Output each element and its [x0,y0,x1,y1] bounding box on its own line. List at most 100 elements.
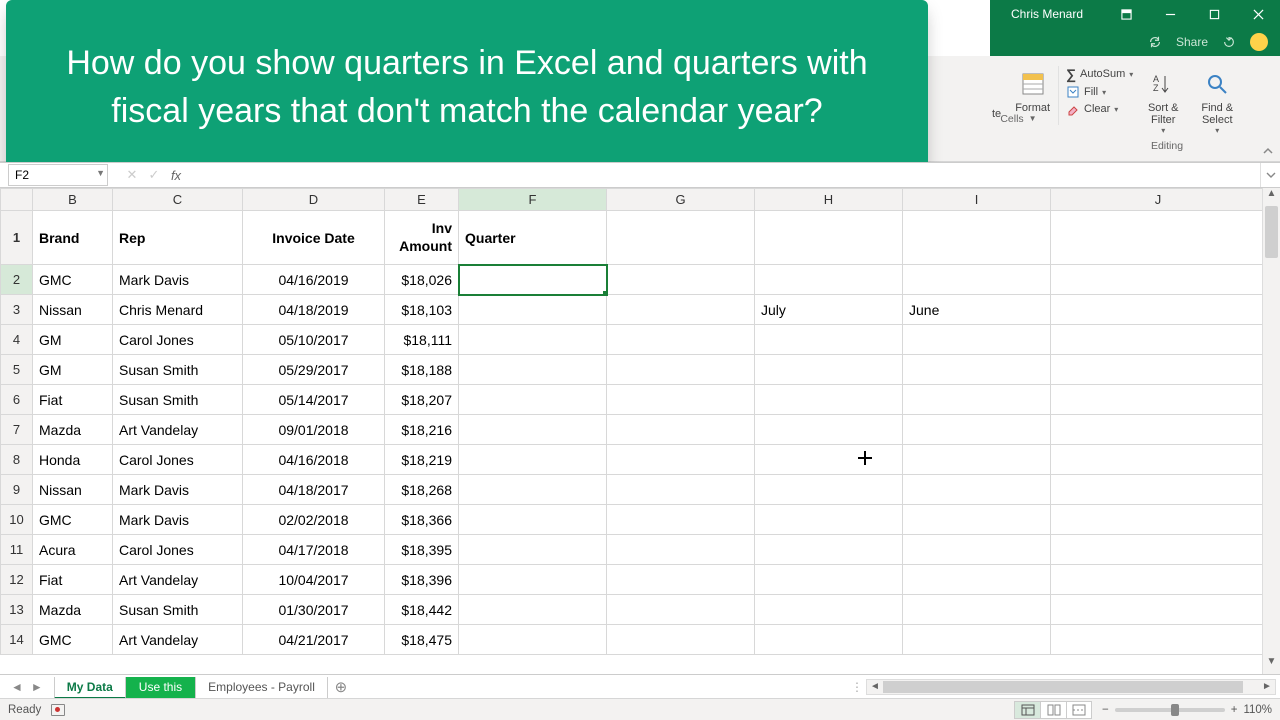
cell[interactable] [459,535,607,565]
new-sheet-button[interactable]: ⊕ [328,678,354,696]
cell[interactable] [755,565,903,595]
cell[interactable] [755,475,903,505]
cell[interactable]: Art Vandelay [113,415,243,445]
zoom-controls[interactable]: − + 110% [1102,704,1272,716]
tab-split-handle[interactable]: ⋮ [848,680,866,694]
cell[interactable] [607,565,755,595]
cell[interactable] [755,325,903,355]
cell[interactable] [903,265,1051,295]
sort-filter-icon[interactable]: AZ [1147,68,1179,100]
sheet-tab-mydata[interactable]: My Data [54,677,126,699]
cell[interactable]: Art Vandelay [113,565,243,595]
cell[interactable] [903,505,1051,535]
cell[interactable]: Susan Smith [113,595,243,625]
cell[interactable] [459,265,607,295]
accept-formula-button[interactable]: ✓ [144,167,164,183]
cell[interactable] [755,505,903,535]
undo-history-icon[interactable] [1222,35,1236,49]
zoom-out-button[interactable]: − [1102,704,1109,716]
account-name[interactable]: Chris Menard [990,7,1104,21]
col-header-D[interactable]: D [243,189,385,211]
cell[interactable] [755,445,903,475]
cell[interactable]: $18,396 [385,565,459,595]
cell[interactable]: Mark Davis [113,475,243,505]
row-header[interactable]: 6 [1,385,33,415]
cell[interactable]: $18,395 [385,535,459,565]
cell[interactable] [1051,445,1263,475]
cell[interactable] [459,415,607,445]
cell[interactable]: $18,103 [385,295,459,325]
cell[interactable] [607,385,755,415]
cell[interactable]: Mark Davis [113,505,243,535]
close-button[interactable] [1236,0,1280,28]
cell[interactable]: GMC [33,505,113,535]
cell[interactable]: GMC [33,265,113,295]
cell[interactable] [903,625,1051,655]
maximize-button[interactable] [1192,0,1236,28]
row-header[interactable]: 10 [1,505,33,535]
cell[interactable]: 10/04/2017 [243,565,385,595]
row-header[interactable]: 3 [1,295,33,325]
cell[interactable]: $18,207 [385,385,459,415]
row-header[interactable]: 13 [1,595,33,625]
view-switcher[interactable] [1014,701,1092,719]
cell[interactable] [607,475,755,505]
cell[interactable] [755,415,903,445]
expand-formula-bar[interactable] [1260,163,1280,187]
zoom-slider[interactable] [1115,708,1225,712]
normal-view-button[interactable] [1014,701,1040,719]
cell[interactable]: June [903,295,1051,325]
cell[interactable] [607,535,755,565]
cell[interactable] [1051,355,1263,385]
header-brand[interactable]: Brand [33,211,113,265]
cell[interactable] [1051,505,1263,535]
cell[interactable]: 04/16/2019 [243,265,385,295]
cell[interactable] [459,625,607,655]
cell[interactable]: Art Vandelay [113,625,243,655]
cell[interactable] [607,505,755,535]
cell[interactable] [903,475,1051,505]
row-header[interactable]: 1 [1,211,33,265]
cell[interactable]: Nissan [33,295,113,325]
row-header[interactable]: 5 [1,355,33,385]
cell[interactable] [459,475,607,505]
cell[interactable] [1051,325,1263,355]
header-invoice-date[interactable]: Invoice Date [243,211,385,265]
cell[interactable] [1051,295,1263,325]
cell[interactable] [755,355,903,385]
cell[interactable] [903,595,1051,625]
cell[interactable]: 05/14/2017 [243,385,385,415]
cell[interactable] [1051,265,1263,295]
ribbon-display-options[interactable] [1104,0,1148,28]
collapse-ribbon-button[interactable] [1262,145,1276,159]
sort-filter-button[interactable]: Sort & Filter [1148,102,1179,126]
cell[interactable]: Susan Smith [113,355,243,385]
insert-function-button[interactable]: fx [166,168,186,183]
header-quarter[interactable]: Quarter [459,211,607,265]
cell[interactable] [607,415,755,445]
cell[interactable]: 05/10/2017 [243,325,385,355]
hscroll-thumb[interactable] [883,681,1243,693]
autosum-button[interactable]: ∑ AutoSum ▾ [1066,66,1133,82]
cell[interactable] [459,595,607,625]
cell[interactable]: GMC [33,625,113,655]
sheet-tab-employees[interactable]: Employees - Payroll [195,677,328,699]
cell[interactable] [755,385,903,415]
cell[interactable]: 04/18/2019 [243,295,385,325]
cell[interactable] [1051,625,1263,655]
cell[interactable]: Mazda [33,595,113,625]
cell[interactable] [607,445,755,475]
cancel-formula-button[interactable]: ✕ [122,167,142,183]
scroll-right-button[interactable]: ► [1259,681,1275,692]
fill-button[interactable]: Fill ▾ [1066,85,1133,99]
cell[interactable] [903,325,1051,355]
cell[interactable] [459,355,607,385]
cell[interactable]: 01/30/2017 [243,595,385,625]
cell[interactable]: Susan Smith [113,385,243,415]
cell[interactable]: $18,268 [385,475,459,505]
minimize-button[interactable] [1148,0,1192,28]
cell[interactable] [459,565,607,595]
zoom-in-button[interactable]: + [1231,704,1238,716]
row-header[interactable]: 11 [1,535,33,565]
cell[interactable]: 09/01/2018 [243,415,385,445]
